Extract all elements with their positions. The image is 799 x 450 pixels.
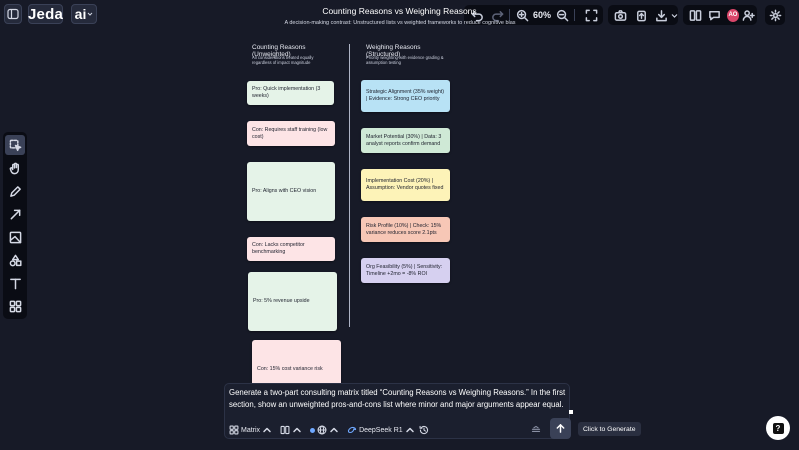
right-card[interactable]: Market Potential (30%) | Data: 3 analyst…: [361, 128, 450, 153]
text-tool[interactable]: [5, 273, 25, 293]
left-card[interactable]: Pro: Quick implementation (3 weeks): [247, 81, 334, 105]
grid-icon: [9, 300, 22, 313]
hand-icon: [9, 162, 22, 175]
image-icon: [9, 231, 22, 244]
image-tool[interactable]: [5, 227, 25, 247]
model-selector[interactable]: DeepSeek R1: [347, 425, 415, 435]
chevron-up-icon: [292, 425, 302, 435]
right-card[interactable]: Org Feasibility (5%) | Sensitivity: Time…: [361, 258, 450, 283]
board-subtitle[interactable]: A decision-making contrast: Unstructured…: [255, 20, 545, 27]
web-search-toggle[interactable]: [310, 425, 339, 435]
text-caret: [569, 410, 573, 414]
card-text: Pro: Quick implementation (3 weeks): [252, 86, 321, 99]
left-card[interactable]: Pro: Aligns with CEO vision: [247, 162, 335, 221]
stack-icon: [531, 425, 541, 435]
layout-selector[interactable]: [280, 425, 302, 435]
right-card[interactable]: Strategic Alignment (35% weight) | Evide…: [361, 80, 450, 112]
prompt-box: Generate a two-part consulting matrix ti…: [224, 383, 570, 439]
card-text: Org Feasibility (5%) | Sensitivity: Time…: [366, 263, 443, 277]
prompt-input[interactable]: Generate a two-part consulting matrix ti…: [229, 387, 569, 411]
grid-icon: [229, 425, 239, 435]
template-selector[interactable]: Matrix: [229, 425, 272, 435]
chevron-up-icon: [329, 425, 339, 435]
chevron-up-icon: [262, 425, 272, 435]
left-card[interactable]: Con: Lacks competitor benchmarking: [247, 237, 335, 261]
right-card[interactable]: Risk Profile (10%) | Check: 15% variance…: [361, 217, 450, 242]
clear-button[interactable]: [531, 425, 541, 435]
shapes-tool[interactable]: [5, 250, 25, 270]
right-card[interactable]: Implementation Cost (20%) | Assumption: …: [361, 169, 450, 201]
right-column-subheading[interactable]: Priority weighting with evidence grading…: [366, 55, 448, 65]
cursor-icon: [9, 139, 22, 152]
left-card[interactable]: Con: Requires staff training (low cost): [247, 121, 335, 146]
prompt-options-bar: Matrix DeepSeek R1: [225, 422, 569, 438]
card-text: Con: Lacks competitor benchmarking: [252, 242, 305, 255]
select-tool[interactable]: [5, 135, 25, 155]
card-text: Market Potential (30%) | Data: 3 analyst…: [366, 133, 442, 147]
template-label: Matrix: [241, 426, 261, 434]
card-text: Pro: Aligns with CEO vision: [252, 188, 317, 194]
history-icon: [419, 425, 429, 435]
pen-icon: [9, 185, 22, 198]
arrow-icon: [9, 208, 22, 221]
pen-tool[interactable]: [5, 181, 25, 201]
generate-tooltip: Click to Generate: [578, 422, 641, 436]
shapes-icon: [9, 254, 22, 267]
card-text: Con: 15% cost variance risk: [257, 365, 323, 372]
layout-icon: [280, 425, 290, 435]
card-text: Strategic Alignment (35% weight) | Evide…: [366, 89, 445, 102]
arrow-up-icon: [555, 423, 566, 434]
generate-button[interactable]: [550, 418, 571, 439]
components-tool[interactable]: [5, 296, 25, 316]
left-card[interactable]: Pro: 5% revenue upside: [248, 272, 337, 331]
deepseek-icon: [347, 425, 357, 435]
tool-rail: [3, 132, 27, 319]
text-icon: [9, 277, 22, 290]
left-column-subheading[interactable]: All considerations treated equally regar…: [252, 55, 334, 65]
board-title[interactable]: Counting Reasons vs Weighing Reasons: [0, 6, 799, 16]
model-label: DeepSeek R1: [359, 426, 403, 434]
arrow-tool[interactable]: [5, 204, 25, 224]
column-divider[interactable]: [349, 44, 350, 327]
status-dot: [310, 427, 316, 433]
help-button[interactable]: ?: [766, 416, 790, 440]
card-text: Pro: 5% revenue upside: [253, 298, 310, 304]
help-icon: ?: [772, 422, 784, 434]
globe-icon: [317, 425, 327, 435]
card-text: Implementation Cost (20%) | Assumption: …: [366, 178, 444, 191]
card-text: Con: Requires staff training (low cost): [252, 126, 328, 140]
chevron-up-icon: [405, 425, 415, 435]
history-button[interactable]: [419, 425, 429, 435]
hand-tool[interactable]: [5, 158, 25, 178]
card-text: Risk Profile (10%) | Check: 15% variance…: [366, 222, 442, 236]
